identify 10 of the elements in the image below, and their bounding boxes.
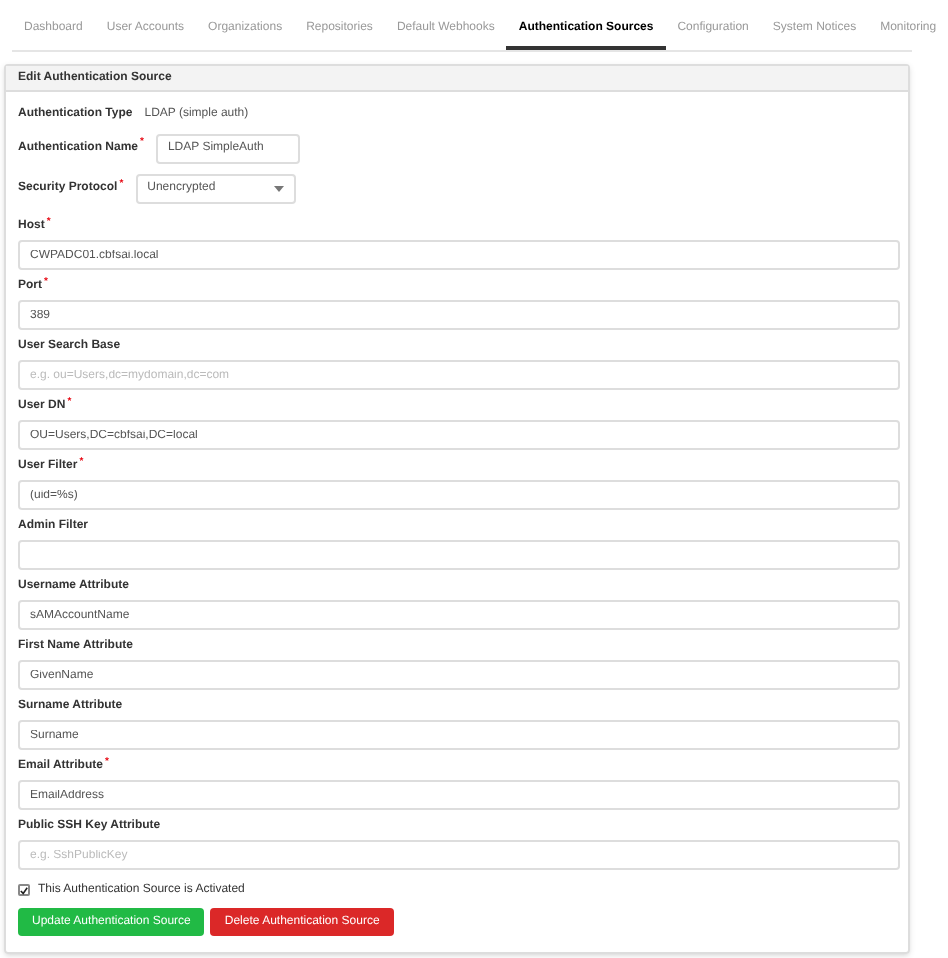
required-mark: * [46, 215, 51, 227]
caret-icon [273, 186, 284, 192]
required-mark: * [140, 136, 144, 148]
required-mark: * [67, 395, 72, 407]
required-mark: * [44, 275, 48, 287]
input-field[interactable] [18, 540, 900, 570]
required-mark: * [79, 455, 84, 467]
checkbox[interactable] [18, 884, 30, 896]
required-mark: * [119, 177, 124, 189]
required-mark: * [104, 755, 109, 767]
